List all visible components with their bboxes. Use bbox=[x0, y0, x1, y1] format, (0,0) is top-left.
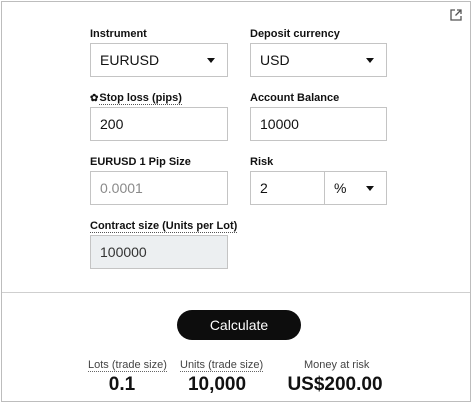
lots-label: Lots (trade size) bbox=[88, 359, 167, 372]
lots-value: 0.1 bbox=[108, 374, 136, 395]
risk-unit-select[interactable]: % bbox=[324, 171, 387, 205]
contract-size-label-group: Contract size (Units per Lot) bbox=[90, 220, 238, 233]
contract-size-label: Contract size (Units per Lot) bbox=[90, 220, 238, 233]
stop-loss-label: Stop loss (pips) bbox=[99, 92, 182, 105]
deposit-currency-value: USD bbox=[260, 52, 290, 68]
stop-loss-input[interactable]: 200 bbox=[90, 107, 228, 141]
chevron-down-icon bbox=[366, 186, 374, 191]
money-at-risk-label: Money at risk bbox=[304, 359, 370, 371]
external-link-icon[interactable] bbox=[450, 9, 462, 21]
instrument-label: Instrument bbox=[90, 28, 147, 40]
pip-size-input[interactable]: 0.0001 bbox=[90, 171, 228, 205]
units-value: 10,000 bbox=[187, 374, 247, 395]
money-at-risk-value: US$200.00 bbox=[287, 374, 383, 395]
gear-icon: ✿ bbox=[90, 93, 99, 104]
risk-unit-value: % bbox=[334, 180, 347, 196]
risk-label: Risk bbox=[250, 156, 274, 168]
chevron-down-icon bbox=[366, 58, 374, 63]
calculate-button[interactable]: Calculate bbox=[177, 310, 301, 340]
deposit-currency-select[interactable]: USD bbox=[250, 43, 387, 77]
units-label: Units (trade size) bbox=[180, 359, 264, 372]
account-balance-input[interactable]: 10000 bbox=[250, 107, 387, 141]
instrument-select[interactable]: EURUSD bbox=[90, 43, 228, 77]
contract-size-field: 100000 bbox=[90, 235, 228, 269]
section-divider bbox=[2, 292, 470, 293]
stop-loss-label-group: ✿Stop loss (pips) bbox=[90, 92, 182, 105]
calculator-panel: Instrument EURUSD Deposit currency USD ✿… bbox=[1, 1, 471, 402]
instrument-value: EURUSD bbox=[100, 52, 160, 68]
risk-input[interactable]: 2 bbox=[250, 171, 325, 205]
chevron-down-icon bbox=[207, 58, 215, 63]
pip-size-label: EURUSD 1 Pip Size bbox=[90, 156, 191, 168]
account-balance-label: Account Balance bbox=[250, 92, 340, 104]
deposit-currency-label: Deposit currency bbox=[250, 28, 340, 40]
